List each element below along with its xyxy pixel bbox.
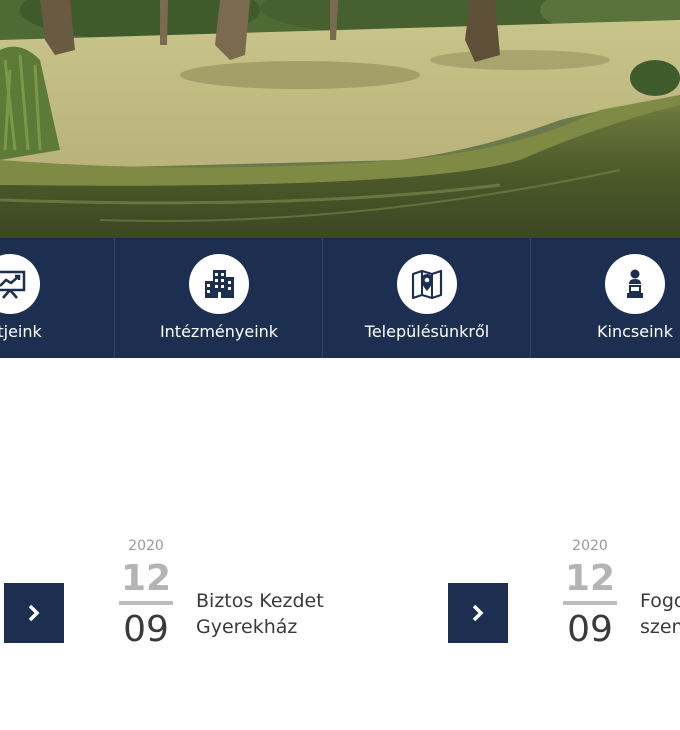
nav-item-about-town[interactable]: Településünkről xyxy=(322,238,531,358)
date-divider xyxy=(563,601,617,605)
nav-item-treasures[interactable]: Kincseink xyxy=(530,238,680,358)
news-title-link[interactable]: Fogo szem xyxy=(640,588,680,640)
presentation-chart-icon xyxy=(0,254,40,314)
news-title-line: Fogo xyxy=(640,590,680,612)
nav-label-treasures: Kincseink xyxy=(597,322,673,341)
news-title-link[interactable]: Biztos Kezdet Gyerekház xyxy=(196,588,324,640)
hero-image xyxy=(0,0,680,238)
news-date: 2020 12 09 xyxy=(560,537,620,651)
news-title-line: szem xyxy=(640,616,680,638)
chevron-right-icon xyxy=(28,604,40,622)
nav-item-projects[interactable]: ektjeink xyxy=(0,238,114,358)
news-next-button[interactable] xyxy=(448,583,508,643)
nav-item-institutions[interactable]: Intézményeink xyxy=(114,238,323,358)
nav-label-about-town: Településünkről xyxy=(364,322,490,341)
nav-label-institutions: Intézményeink xyxy=(159,322,279,341)
bust-statue-icon xyxy=(605,254,665,314)
news-title-line: Gyerekház xyxy=(196,616,298,638)
news-title-line: Biztos Kezdet xyxy=(196,590,324,612)
news-date: 2020 12 09 xyxy=(116,537,176,651)
nav-label-projects: ektjeink xyxy=(0,322,42,341)
chevron-right-icon xyxy=(472,604,484,622)
news-date-day: 12 xyxy=(564,558,616,599)
news-next-button[interactable] xyxy=(4,583,64,643)
news-date-month: 09 xyxy=(123,609,169,650)
news-date-year: 2020 xyxy=(572,538,608,554)
news-date-year: 2020 xyxy=(128,538,164,554)
category-nav: ektjeink Intézményeink xyxy=(0,238,680,358)
news-date-day: 12 xyxy=(120,558,172,599)
buildings-icon xyxy=(189,254,249,314)
date-divider xyxy=(119,601,173,605)
map-pin-icon xyxy=(397,254,457,314)
news-date-month: 09 xyxy=(567,609,613,650)
